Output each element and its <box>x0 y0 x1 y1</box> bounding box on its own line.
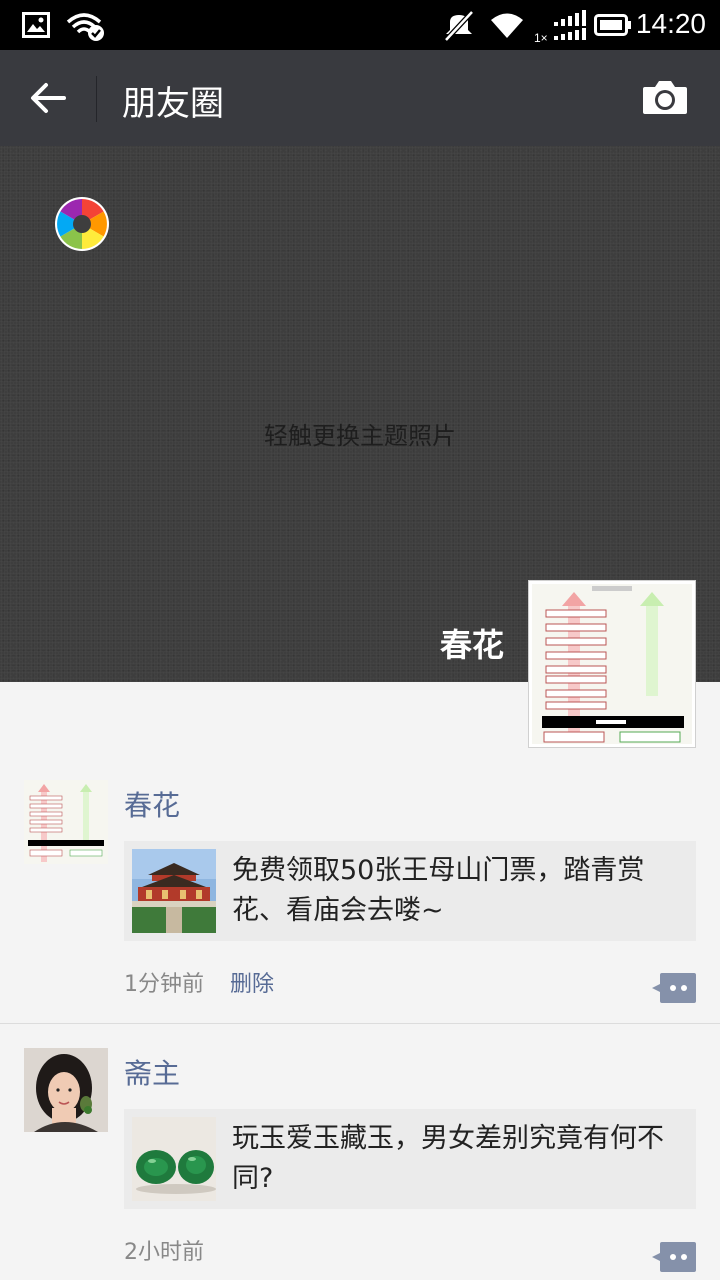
wifi-icon <box>491 13 523 38</box>
comment-icon[interactable] <box>652 1242 696 1272</box>
wifi-check-icon <box>66 13 104 41</box>
image-icon <box>22 12 50 38</box>
link-title: 免费领取50张王母山门票，踏青赏花、看庙会去喽~ <box>232 855 645 926</box>
album-logo-icon <box>55 197 109 251</box>
profile-username: 春花 <box>439 626 504 664</box>
shared-link-card[interactable]: 免费领取50张王母山门票，踏青赏花、看庙会去喽~ <box>124 841 696 941</box>
camera-icon[interactable] <box>642 78 688 116</box>
back-arrow-icon[interactable] <box>28 78 68 118</box>
page-title: 朋友圈 <box>122 84 224 124</box>
status-time: 14:20 <box>635 8 706 39</box>
svg-text:1×: 1× <box>534 31 548 44</box>
post-author[interactable]: 春花 <box>124 784 180 824</box>
shared-link-card[interactable]: 玩玉爱玉藏玉，男女差别究竟有何不同? <box>124 1109 696 1209</box>
nav-bar: 朋友圈 <box>0 50 720 146</box>
post-avatar[interactable] <box>24 780 108 864</box>
battery-icon <box>594 14 631 36</box>
post-author[interactable]: 斋主 <box>124 1052 180 1092</box>
mute-icon <box>444 10 474 42</box>
status-bar: 1× 14:20 <box>0 0 720 50</box>
comment-icon[interactable] <box>652 973 696 1003</box>
feed-post: 斋主 玩玉爱玉藏玉，男女差别究竟有何不同? 2小时前 <box>0 1024 720 1280</box>
post-time: 1分钟前 <box>124 972 204 997</box>
change-cover-hint[interactable]: 轻触更换主题照片 <box>0 416 720 451</box>
link-thumbnail <box>132 1117 216 1201</box>
link-thumbnail <box>132 849 216 933</box>
nav-divider <box>96 76 97 122</box>
signal-icon: 1× <box>534 10 586 44</box>
post-avatar[interactable] <box>24 1048 108 1132</box>
feed-post: 春花 免费领取50张王母山门票，踏青赏花、看庙会去喽~ 1分钟前 删除 <box>0 682 720 1024</box>
delete-button[interactable]: 删除 <box>230 966 274 998</box>
post-time: 2小时前 <box>124 1240 204 1265</box>
link-title: 玩玉爱玉藏玉，男女差别究竟有何不同? <box>232 1123 664 1194</box>
